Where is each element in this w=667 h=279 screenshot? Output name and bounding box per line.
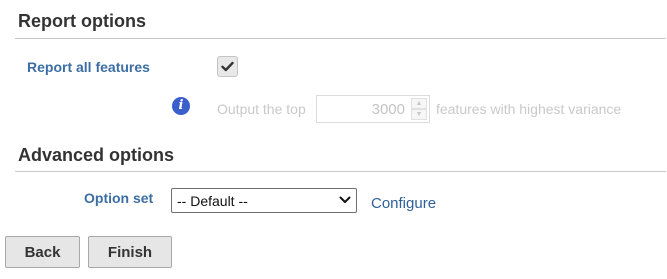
spinner-up-button[interactable]: ▲	[411, 98, 427, 109]
section-divider	[15, 171, 666, 172]
checkmark-icon	[221, 61, 234, 72]
spinner-down-button[interactable]: ▼	[411, 109, 427, 120]
finish-button[interactable]: Finish	[88, 236, 172, 268]
output-top-prefix: Output the top	[217, 101, 306, 117]
info-icon[interactable]: i	[172, 97, 190, 115]
top-features-count-input[interactable]: 3000 ▲ ▼	[316, 95, 430, 123]
back-button[interactable]: Back	[5, 236, 80, 268]
report-all-features-label: Report all features	[27, 59, 150, 75]
option-set-label: Option set	[84, 190, 154, 206]
report-options-heading: Report options	[18, 11, 146, 31]
chevron-down-icon	[339, 196, 351, 203]
top-features-count-value: 3000	[371, 101, 405, 118]
page: Report options Report all features i Out…	[0, 0, 667, 279]
advanced-options-heading: Advanced options	[18, 145, 175, 165]
option-set-selected-value: -- Default --	[177, 193, 248, 209]
output-top-suffix: features with highest variance	[436, 101, 622, 117]
report-all-features-checkbox[interactable]	[217, 56, 238, 77]
configure-link[interactable]: Configure	[371, 195, 436, 212]
section-divider	[15, 38, 666, 39]
option-set-select[interactable]: -- Default --	[171, 188, 357, 213]
